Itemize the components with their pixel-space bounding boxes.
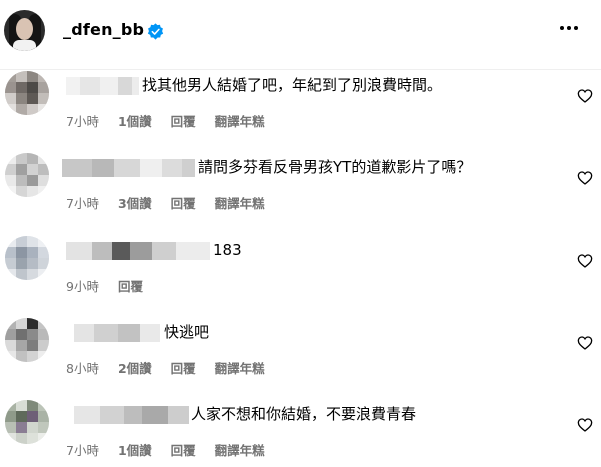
translate-button[interactable]: 翻譯年糕 <box>215 440 265 459</box>
commenter-avatar[interactable] <box>5 400 49 444</box>
commenter-avatar[interactable] <box>5 318 49 362</box>
comment-time[interactable]: 7小時 <box>66 111 99 130</box>
comment-text: 人家不想和你結婚，不要浪費青春 <box>191 405 417 423</box>
author-username[interactable]: _dfen_bb <box>63 20 144 39</box>
reply-button[interactable]: 回覆 <box>171 111 196 130</box>
comment-likes[interactable]: 1個讚 <box>118 440 152 459</box>
commenter-name-redacted <box>66 77 139 95</box>
reply-button[interactable]: 回覆 <box>118 276 143 295</box>
comment-meta: 9小時 回覆 <box>66 276 158 295</box>
commenter-name-redacted <box>62 159 195 177</box>
comment-text: 183 <box>213 241 242 259</box>
comment-text: 找其他男人結婚了吧，年紀到了別浪費時間。 <box>142 76 443 94</box>
more-options-icon[interactable] <box>560 26 584 36</box>
comment-time[interactable]: 9小時 <box>66 276 99 295</box>
comment-time[interactable]: 8小時 <box>66 358 99 377</box>
reply-button[interactable]: 回覆 <box>171 193 196 212</box>
translate-button[interactable]: 翻譯年糕 <box>215 358 265 377</box>
reply-button[interactable]: 回覆 <box>171 358 196 377</box>
author-avatar[interactable] <box>4 10 45 51</box>
translate-button[interactable]: 翻譯年糕 <box>215 193 265 212</box>
comment-meta: 8小時 2個讚 回覆 翻譯年糕 <box>66 358 280 377</box>
comment-item: 找其他男人結婚了吧，年紀到了別浪費時間。 7小時 1個讚 回覆 翻譯年糕 <box>0 71 601 153</box>
like-heart-icon[interactable] <box>577 417 593 433</box>
like-heart-icon[interactable] <box>577 88 593 104</box>
commenter-avatar[interactable] <box>5 71 49 115</box>
comment-item: 請問多芬看反骨男孩YT的道歉影片了嗎？ 7小時 3個讚 回覆 翻譯年糕 <box>0 153 601 235</box>
commenter-avatar[interactable] <box>5 236 49 280</box>
commenter-name-redacted <box>74 406 189 424</box>
like-heart-icon[interactable] <box>577 170 593 186</box>
translate-button[interactable]: 翻譯年糕 <box>215 111 265 130</box>
comment-time[interactable]: 7小時 <box>66 440 99 459</box>
comment-item: 183 9小時 回覆 <box>0 236 601 318</box>
like-heart-icon[interactable] <box>577 253 593 269</box>
comment-time[interactable]: 7小時 <box>66 193 99 212</box>
comment-likes[interactable]: 3個讚 <box>118 193 152 212</box>
commenter-avatar[interactable] <box>5 153 49 197</box>
comment-meta: 7小時 1個讚 回覆 翻譯年糕 <box>66 111 280 130</box>
comment-text: 請問多芬看反骨男孩YT的道歉影片了嗎？ <box>198 158 472 176</box>
like-heart-icon[interactable] <box>577 335 593 351</box>
comment-meta: 7小時 1個讚 回覆 翻譯年糕 <box>66 440 280 459</box>
post-header: _dfen_bb <box>0 0 601 70</box>
commenter-name-redacted <box>74 324 160 342</box>
comment-text: 快逃吧 <box>164 323 210 341</box>
comment-likes[interactable]: 1個讚 <box>118 111 152 130</box>
comment-likes[interactable]: 2個讚 <box>118 358 152 377</box>
comment-item: 快逃吧 8小時 2個讚 回覆 翻譯年糕 <box>0 318 601 400</box>
reply-button[interactable]: 回覆 <box>171 440 196 459</box>
comment-meta: 7小時 3個讚 回覆 翻譯年糕 <box>66 193 280 212</box>
comment-item: 人家不想和你結婚，不要浪費青春 7小時 1個讚 回覆 翻譯年糕 <box>0 400 601 467</box>
verified-badge-icon <box>147 23 164 40</box>
commenter-name-redacted <box>66 242 210 260</box>
